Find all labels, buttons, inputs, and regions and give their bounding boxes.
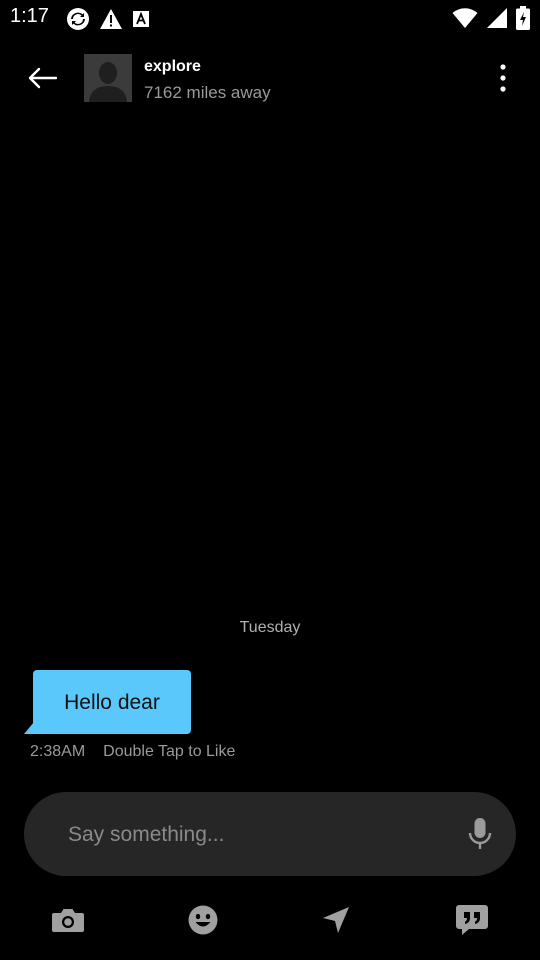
- chat-header: explore 7162 miles away: [0, 40, 540, 116]
- like-hint: Double Tap to Like: [103, 743, 236, 760]
- message-meta: 2:38AM Double Tap to Like: [30, 743, 235, 761]
- camera-button[interactable]: [48, 902, 88, 938]
- default-avatar-icon: [84, 54, 132, 102]
- status-notification-icons: [66, 7, 150, 31]
- quick-reply-icon: [456, 905, 488, 935]
- status-system-icons: [452, 6, 530, 30]
- mic-icon: [468, 818, 492, 849]
- day-separator: Tuesday: [239, 619, 301, 636]
- location-button[interactable]: [316, 902, 356, 938]
- more-vert-icon: [500, 64, 506, 92]
- message-text: Hello dear: [64, 691, 160, 714]
- camera-icon: [52, 909, 84, 932]
- back-button[interactable]: [20, 58, 64, 98]
- distance-label: 7162 miles away: [144, 83, 271, 102]
- emoji-button[interactable]: [183, 902, 223, 938]
- profile-name: explore: [144, 58, 201, 75]
- composer-bar: [24, 792, 516, 878]
- wifi-icon: [452, 7, 478, 29]
- message-bubble[interactable]: Hello dear: [24, 670, 194, 736]
- signal-icon: [486, 7, 508, 29]
- warning-icon: [99, 8, 123, 30]
- back-arrow-icon: [28, 67, 58, 89]
- status-bar: 1:17: [0, 0, 540, 36]
- mic-button[interactable]: [468, 817, 492, 851]
- sync-icon: [66, 7, 90, 31]
- battery-icon: [516, 6, 530, 30]
- chat-screen: 1:17 explore 7162 miles away Tuesday Hel…: [0, 0, 540, 960]
- location-icon: [323, 907, 349, 933]
- a-badge-icon: [132, 10, 150, 28]
- header-title-block[interactable]: explore 7162 miles away: [144, 56, 271, 105]
- message-input[interactable]: [66, 792, 450, 878]
- more-options-button[interactable]: [488, 58, 518, 98]
- message-time: 2:38AM: [30, 743, 86, 760]
- avatar[interactable]: [84, 54, 132, 102]
- status-time: 1:17: [10, 5, 49, 27]
- bottom-toolbar: [0, 892, 540, 946]
- quick-reply-button[interactable]: [452, 902, 492, 938]
- emoji-icon: [188, 905, 218, 935]
